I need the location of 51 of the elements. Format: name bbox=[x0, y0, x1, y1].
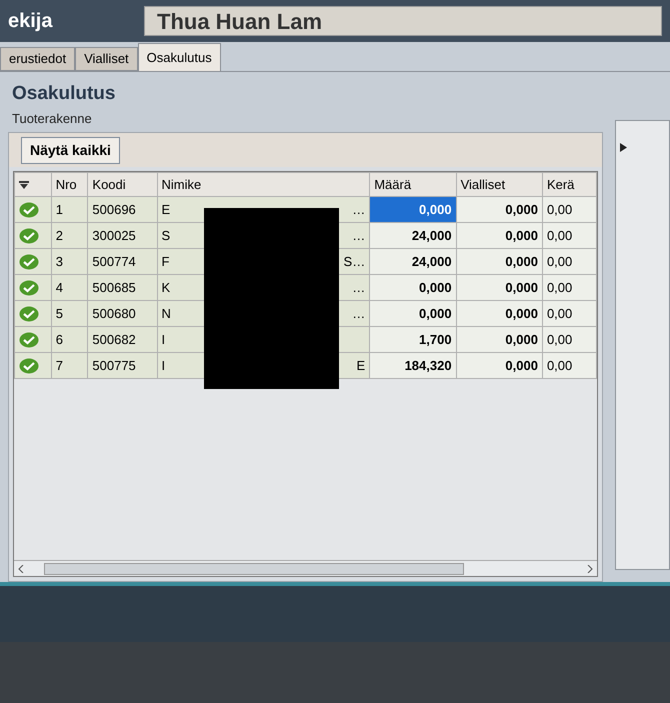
scrollbar-thumb[interactable] bbox=[44, 562, 464, 574]
table-cell-text: N bbox=[162, 304, 171, 323]
table-cell: 1,700 bbox=[370, 326, 456, 352]
tab[interactable]: Osakulutus bbox=[138, 43, 221, 71]
tab[interactable]: erustiedot bbox=[0, 47, 76, 71]
table-cell: 0,000 bbox=[456, 248, 542, 274]
table-cell-text: I bbox=[162, 330, 166, 349]
table-cell: 0,000 bbox=[456, 326, 542, 352]
table-cell: 500775 bbox=[88, 352, 157, 378]
sort-menu-header[interactable] bbox=[14, 172, 52, 196]
filter-icon[interactable] bbox=[19, 180, 29, 188]
table-cell: 0,00 bbox=[542, 274, 596, 300]
section-title: Osakulutus bbox=[11, 82, 116, 106]
table-cell-text: E bbox=[162, 200, 170, 219]
table-cell-text: F bbox=[162, 252, 170, 271]
table-cell: 0,00 bbox=[542, 300, 596, 326]
table-cell: 0,00 bbox=[542, 196, 596, 222]
row-pointer-icon bbox=[620, 143, 627, 152]
table-cell: 24,000 bbox=[370, 248, 456, 274]
table-cell: 0,00 bbox=[542, 248, 596, 274]
table-cell-text: E bbox=[356, 356, 366, 375]
table-cell-text: … bbox=[352, 200, 366, 219]
table-cell: 0,000 bbox=[370, 300, 456, 326]
table-cell-text: … bbox=[352, 278, 366, 297]
table-cell: 0,000 bbox=[456, 196, 542, 222]
column-header[interactable]: Nimike bbox=[157, 172, 370, 196]
section-subtitle: Tuoterakenne bbox=[11, 110, 93, 128]
show-all-button[interactable]: Näytä kaikki bbox=[21, 136, 120, 164]
table-cell: 0,00 bbox=[542, 222, 596, 248]
table-cell: 0,000 bbox=[456, 222, 542, 248]
scroll-right-icon[interactable] bbox=[587, 564, 593, 572]
table-cell: 184,320 bbox=[370, 352, 456, 378]
table-cell-text: … bbox=[352, 226, 366, 245]
tab[interactable]: Vialliset bbox=[75, 47, 138, 71]
table-cell: 0,000 bbox=[456, 300, 542, 326]
table-cell-text: I bbox=[162, 356, 166, 375]
table-cell-text: S… bbox=[344, 252, 366, 271]
header-label: ekija bbox=[8, 9, 54, 34]
table-cell: 0,00 bbox=[542, 352, 596, 378]
table-cell: 0,000 bbox=[370, 274, 456, 300]
table-cell-text: S bbox=[162, 226, 170, 245]
scroll-left-icon[interactable] bbox=[18, 564, 24, 572]
table-cell-text: … bbox=[352, 304, 366, 323]
table-cell: 0,00 bbox=[542, 326, 596, 352]
selected-cell: 0,000 bbox=[370, 196, 456, 222]
table-cell-text: K bbox=[162, 278, 170, 297]
table-cell: 0,000 bbox=[456, 352, 542, 378]
table-cell: 24,000 bbox=[370, 222, 456, 248]
table-cell: 0,000 bbox=[456, 274, 542, 300]
table-cell: 7 bbox=[51, 352, 88, 378]
name-field[interactable]: Thua Huan Lam bbox=[144, 6, 662, 36]
